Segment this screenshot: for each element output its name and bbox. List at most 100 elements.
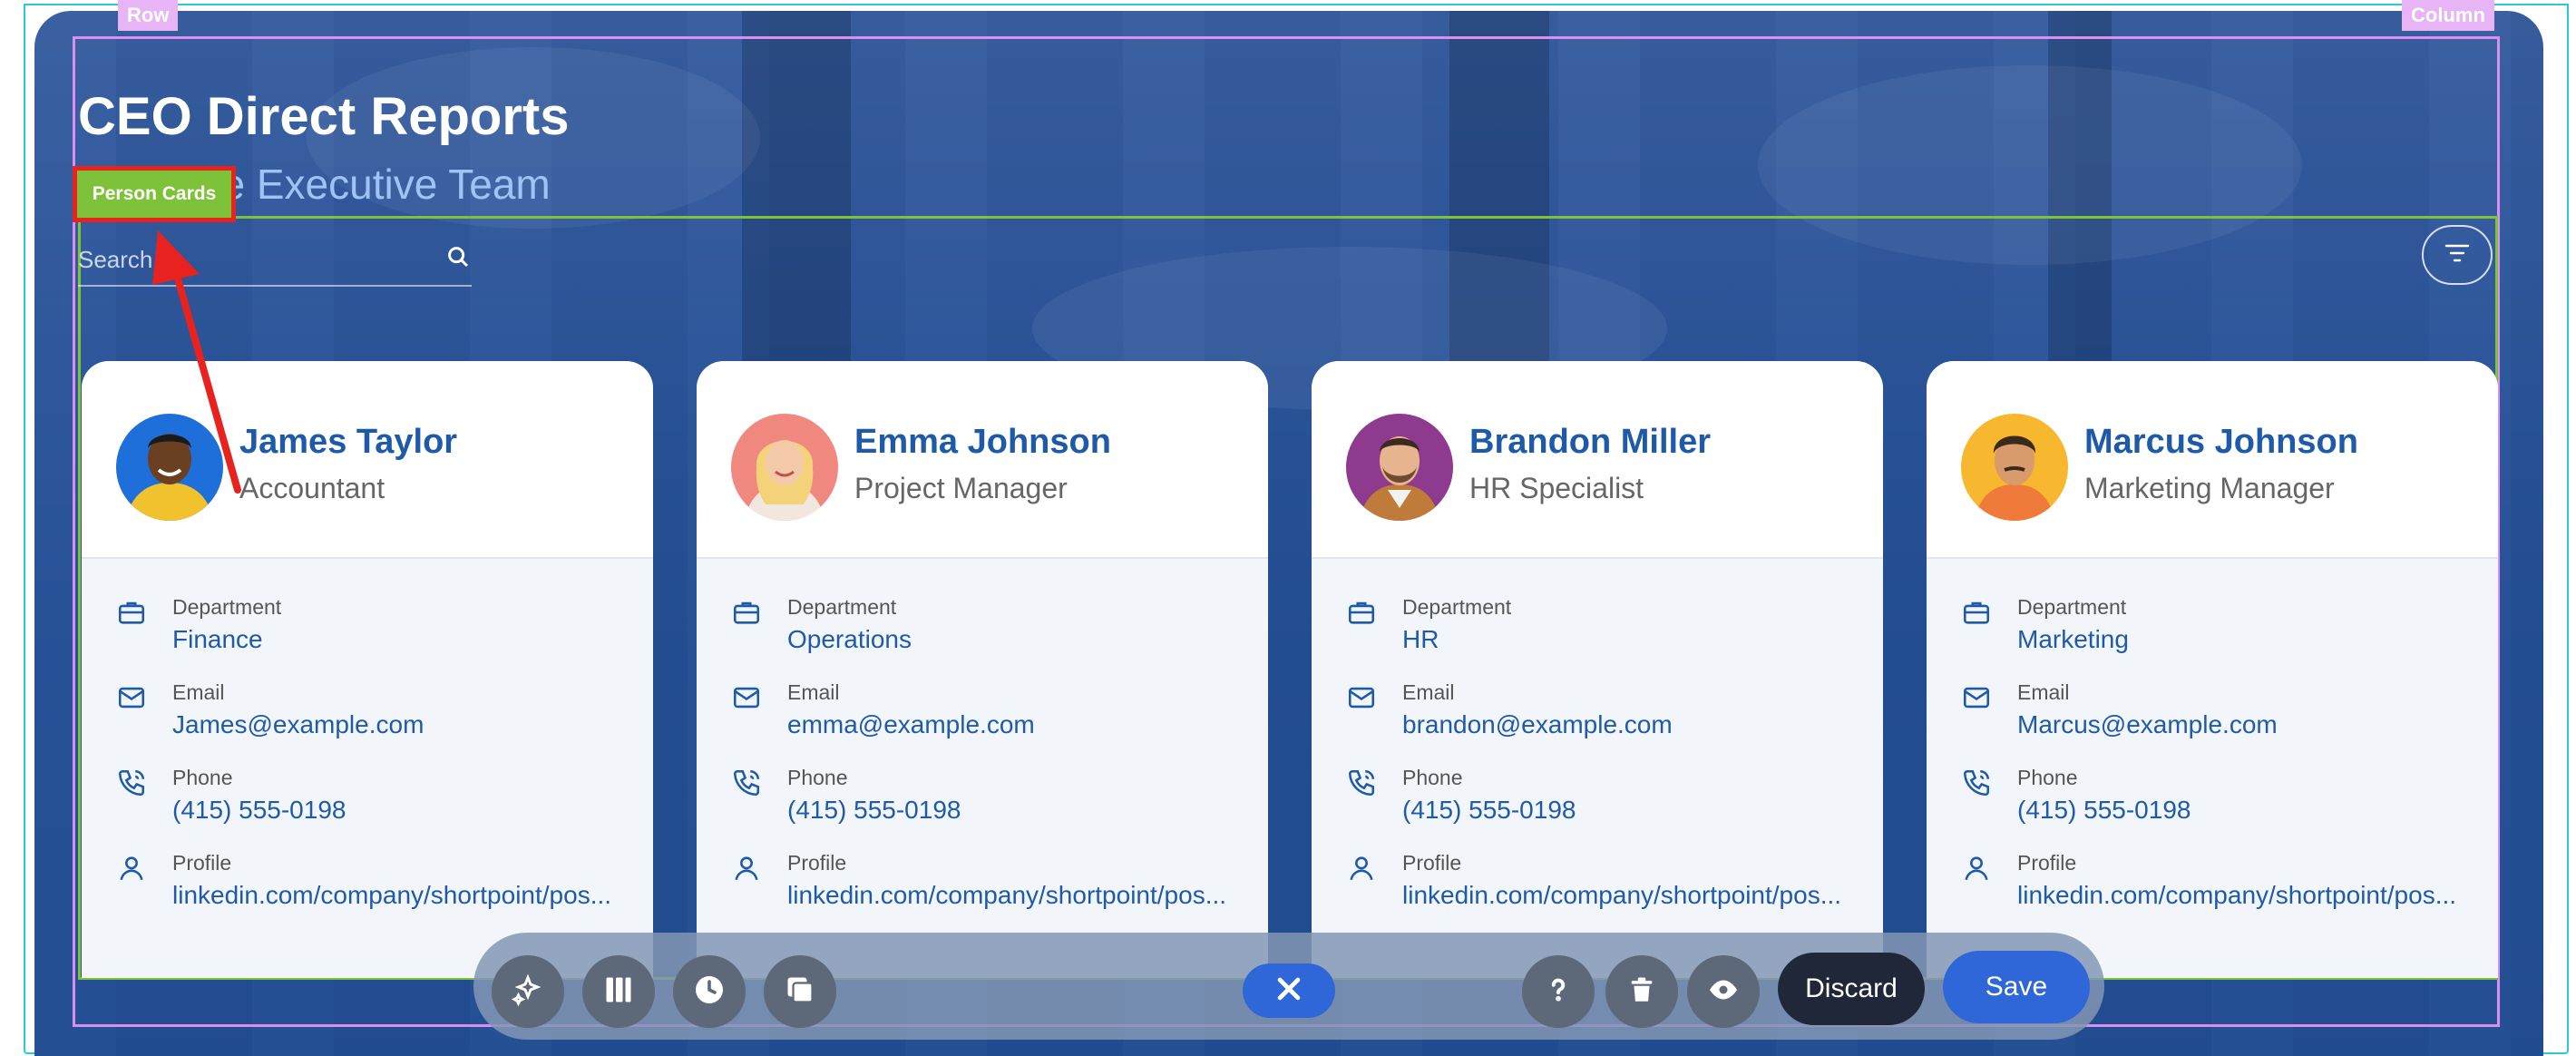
phone-link[interactable]: (415) 555-0198	[787, 795, 1250, 826]
card-header: James Taylor Accountant	[82, 361, 653, 559]
profile-link[interactable]: linkedin.com/company/shortpoint/pos...	[2017, 880, 2480, 911]
mail-icon	[116, 682, 149, 715]
field-label: Department	[2017, 595, 2127, 619]
field-value: Finance	[172, 625, 263, 653]
avatar	[1961, 414, 2068, 521]
email-field: Email emma@example.com	[731, 680, 1248, 753]
email-field: Email Marcus@example.com	[1961, 680, 2478, 753]
field-label: Department	[787, 595, 897, 619]
column-tag[interactable]: Column	[2402, 0, 2494, 31]
user-icon	[116, 853, 149, 885]
field-label: Phone	[787, 766, 848, 789]
briefcase-icon	[1346, 597, 1379, 630]
search-box[interactable]	[78, 238, 472, 287]
row-tag[interactable]: Row	[118, 0, 179, 31]
sparkle-icon	[511, 973, 544, 1011]
briefcase-icon	[731, 597, 764, 630]
user-icon	[1346, 853, 1379, 885]
person-cards-tag[interactable]: Person Cards	[73, 166, 236, 222]
department-field: Department HR	[1346, 595, 1863, 668]
save-button[interactable]: Save	[1943, 951, 2090, 1023]
preview-button[interactable]	[1687, 955, 1760, 1028]
person-card[interactable]: Marcus Johnson Marketing Manager Departm…	[1927, 361, 2498, 978]
person-role: Accountant	[239, 472, 385, 504]
page-title: CEO Direct Reports	[78, 87, 570, 146]
profile-link[interactable]: linkedin.com/company/shortpoint/pos...	[172, 880, 635, 911]
copy-button[interactable]	[764, 955, 836, 1028]
field-value: Operations	[787, 625, 912, 653]
email-link[interactable]: Marcus@example.com	[2017, 709, 2480, 740]
profile-link[interactable]: linkedin.com/company/shortpoint/pos...	[787, 880, 1250, 911]
field-value: Marketing	[2017, 625, 2129, 653]
eye-icon	[1706, 973, 1741, 1011]
field-label: Phone	[172, 766, 233, 789]
card-header: Marcus Johnson Marketing Manager	[1927, 361, 2498, 559]
department-field: Department Marketing	[1961, 595, 2478, 668]
help-button[interactable]	[1522, 955, 1595, 1028]
ai-sparkle-button[interactable]	[492, 955, 564, 1028]
field-label: Email	[1402, 680, 1455, 704]
phone-icon	[116, 768, 149, 800]
person-name[interactable]: Emma Johnson	[854, 425, 1111, 459]
phone-field: Phone (415) 555-0198	[116, 766, 633, 838]
person-role: HR Specialist	[1469, 472, 1644, 504]
field-label: Email	[172, 680, 225, 704]
field-label: Phone	[1402, 766, 1463, 789]
clock-icon	[693, 973, 726, 1011]
person-name[interactable]: James Taylor	[239, 425, 457, 459]
phone-icon	[1961, 768, 1994, 800]
field-label: Profile	[172, 851, 232, 875]
field-label: Email	[2017, 680, 2070, 704]
phone-field: Phone (415) 555-0198	[1961, 766, 2478, 838]
mail-icon	[1961, 682, 1994, 715]
mail-icon	[1346, 682, 1379, 715]
close-icon	[1273, 973, 1304, 1009]
discard-button[interactable]: Discard	[1778, 953, 1925, 1025]
field-label: Phone	[2017, 766, 2078, 789]
person-card[interactable]: Brandon Miller HR Specialist Department …	[1312, 361, 1883, 978]
field-label: Department	[172, 595, 282, 619]
email-link[interactable]: emma@example.com	[787, 709, 1250, 740]
close-button[interactable]	[1243, 963, 1335, 1018]
search-icon[interactable]	[444, 243, 472, 275]
profile-field: Profile linkedin.com/company/shortpoint/…	[731, 851, 1248, 924]
email-link[interactable]: brandon@example.com	[1402, 709, 1865, 740]
person-cards-tag-label: Person Cards	[92, 183, 217, 204]
briefcase-icon	[116, 597, 149, 630]
phone-icon	[731, 768, 764, 800]
email-field: Email brandon@example.com	[1346, 680, 1863, 753]
copy-icon	[784, 973, 816, 1011]
email-link[interactable]: James@example.com	[172, 709, 635, 740]
briefcase-icon	[1961, 597, 1994, 630]
person-card[interactable]: Emma Johnson Project Manager Department …	[697, 361, 1268, 978]
card-header: Brandon Miller HR Specialist	[1312, 361, 1883, 559]
filter-button[interactable]	[2422, 225, 2493, 285]
field-value: HR	[1402, 625, 1439, 653]
field-label: Profile	[787, 851, 847, 875]
avatar	[116, 414, 223, 521]
person-name[interactable]: Brandon Miller	[1469, 425, 1711, 459]
phone-link[interactable]: (415) 555-0198	[2017, 795, 2480, 826]
profile-link[interactable]: linkedin.com/company/shortpoint/pos...	[1402, 880, 1865, 911]
phone-link[interactable]: (415) 555-0198	[1402, 795, 1865, 826]
avatar	[1346, 414, 1453, 521]
person-role: Project Manager	[854, 472, 1068, 504]
mail-icon	[731, 682, 764, 715]
user-icon	[731, 853, 764, 885]
profile-field: Profile linkedin.com/company/shortpoint/…	[1961, 851, 2478, 924]
phone-icon	[1346, 768, 1379, 800]
field-label: Department	[1402, 595, 1512, 619]
department-field: Department Operations	[731, 595, 1248, 668]
delete-button[interactable]	[1605, 955, 1678, 1028]
department-field: Department Finance	[116, 595, 633, 668]
field-label: Email	[787, 680, 840, 704]
person-name[interactable]: Marcus Johnson	[2084, 425, 2358, 459]
avatar	[731, 414, 838, 521]
phone-link[interactable]: (415) 555-0198	[172, 795, 635, 826]
history-button[interactable]	[673, 955, 746, 1028]
search-input[interactable]	[78, 238, 423, 281]
editor-toolbar: Discard Save	[473, 933, 2104, 1040]
person-card[interactable]: James Taylor Accountant Department Finan…	[82, 361, 653, 978]
columns-button[interactable]	[582, 955, 655, 1028]
email-field: Email James@example.com	[116, 680, 633, 753]
